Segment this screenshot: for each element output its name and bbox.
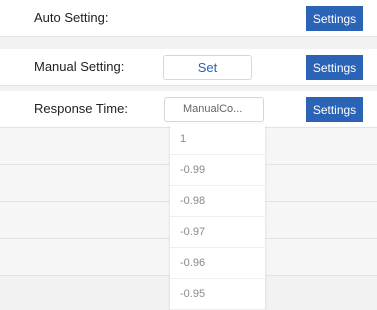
- dropdown-option[interactable]: -0.96: [170, 248, 265, 279]
- response-time-label: Response Time:: [34, 101, 128, 116]
- response-time-row: Response Time: ManualCo... Settings: [0, 91, 377, 128]
- response-time-select[interactable]: ManualCo...: [164, 97, 264, 122]
- dropdown-option[interactable]: -0.99: [170, 155, 265, 186]
- dropdown-option[interactable]: -0.97: [170, 217, 265, 248]
- response-time-dropdown: 1 -0.99 -0.98 -0.97 -0.96 -0.95: [170, 124, 265, 310]
- auto-setting-row: Auto Setting: Settings: [0, 0, 377, 37]
- manual-setting-row: Manual Setting: Set Settings: [0, 49, 377, 86]
- dropdown-option[interactable]: -0.98: [170, 186, 265, 217]
- dropdown-option[interactable]: -0.95: [170, 279, 265, 310]
- auto-settings-button[interactable]: Settings: [306, 6, 363, 31]
- response-settings-button[interactable]: Settings: [306, 97, 363, 122]
- manual-setting-label: Manual Setting:: [34, 59, 125, 74]
- auto-setting-label: Auto Setting:: [34, 10, 109, 25]
- response-time-select-value: ManualCo...: [183, 103, 243, 115]
- manual-set-button[interactable]: Set: [163, 55, 252, 80]
- dropdown-option[interactable]: 1: [170, 124, 265, 155]
- manual-settings-button[interactable]: Settings: [306, 55, 363, 80]
